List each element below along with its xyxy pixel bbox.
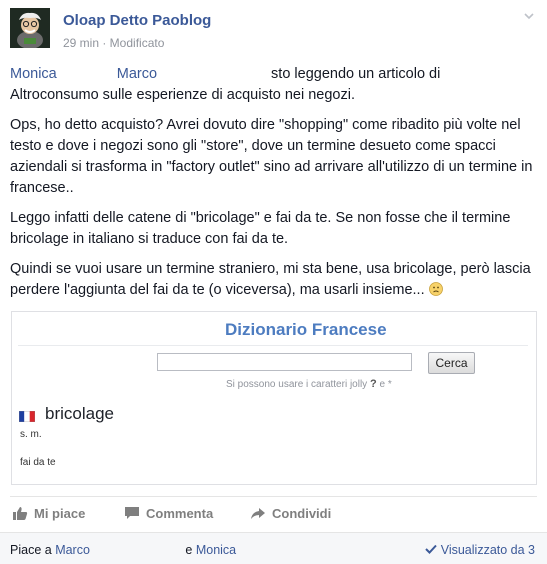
liker-marco[interactable]: Marco	[55, 543, 90, 557]
share-arrow-icon	[251, 508, 265, 519]
check-icon	[425, 544, 437, 554]
frown-emoji-icon	[428, 282, 443, 296]
card-title: Dizionario Francese	[225, 320, 387, 339]
speech-bubble-icon	[125, 507, 139, 519]
card-hint: Si possono usare i caratteri jolly ? e *	[226, 378, 392, 390]
mention-marco[interactable]: Marco	[117, 66, 157, 82]
card-divider	[18, 345, 528, 346]
mention-monica[interactable]: Monica	[10, 66, 57, 82]
actions-divider	[10, 496, 537, 497]
post-timestamp[interactable]: 29 min · Modificato	[63, 36, 164, 50]
seen-by[interactable]: Visualizzato da 3	[425, 543, 535, 557]
dictionary-search-button[interactable]: Cerca	[428, 352, 475, 374]
entry-word: bricolage	[45, 404, 114, 423]
post-paragraph-4: Quindi se vuoi usare un termine stranier…	[10, 261, 531, 298]
chevron-down-icon[interactable]	[521, 8, 537, 24]
post-paragraph-3: Leggo infatti delle catene di "bricolage…	[10, 210, 511, 247]
french-flag-icon	[18, 409, 36, 423]
post-footer: Piace a Marco e Monica Visualizzato da 3	[0, 532, 547, 564]
post: Oloap Detto Paoblog 29 min · Modificato …	[0, 0, 547, 564]
entry-part-of-speech: s. m.	[20, 429, 42, 440]
author-name[interactable]: Oloap Detto Paoblog	[63, 12, 211, 29]
post-line-1: sto leggendo un articolo di	[271, 66, 441, 82]
post-paragraph-2: Ops, ho detto acquisto? Avrei dovuto dir…	[10, 117, 533, 196]
post-text: Monica Marco sto leggendo un articolo di A…	[10, 64, 535, 310]
author-avatar[interactable]	[10, 8, 50, 48]
liker-monica[interactable]: Monica	[196, 543, 236, 557]
post-paragraph-1: Monica Marco sto leggendo un articolo di A…	[10, 64, 535, 106]
entry-definition: fai da te	[20, 457, 56, 468]
likes-summary: Piace a Marco e Monica	[10, 543, 237, 557]
thumb-up-icon	[13, 507, 28, 520]
dictionary-search-input[interactable]	[157, 353, 412, 371]
link-preview-card[interactable]: Dizionario Francese Cerca Si possono usa…	[11, 311, 537, 485]
post-line-1-cont: Altroconsumo sulle esperienze di acquist…	[10, 87, 355, 103]
